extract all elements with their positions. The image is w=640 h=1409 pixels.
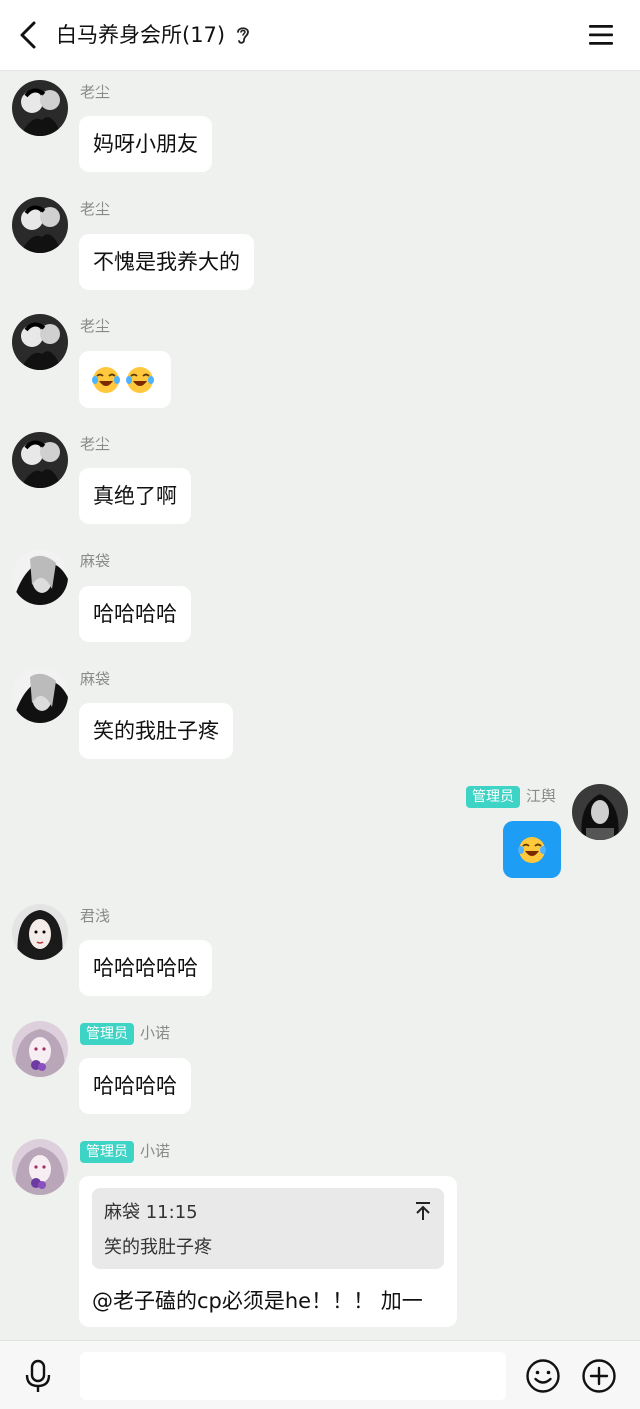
sender-name: 管理员 江舆	[465, 786, 556, 808]
smiley-icon[interactable]	[524, 1357, 562, 1395]
avatar[interactable]	[12, 667, 68, 723]
microphone-icon[interactable]	[20, 1358, 56, 1394]
message-bubble[interactable]: 哈哈哈哈	[79, 586, 191, 642]
message-bubble[interactable]	[79, 351, 171, 408]
hamburger-menu-icon[interactable]	[586, 20, 616, 50]
message-bubble[interactable]: 妈呀小朋友	[79, 116, 212, 172]
chevron-left-icon[interactable]	[14, 18, 44, 52]
sender-name: 君浅	[80, 907, 111, 925]
avatar[interactable]	[572, 784, 628, 840]
sender-name: 管理员 小诺	[80, 1141, 170, 1163]
sender-name-text: 江舆	[525, 787, 556, 805]
sender-name: 老尘	[80, 83, 111, 101]
avatar[interactable]	[12, 80, 68, 136]
avatar[interactable]	[12, 197, 68, 253]
laugh-cry-emoji-icon	[126, 367, 154, 393]
admin-badge: 管理员	[465, 786, 520, 808]
admin-badge: 管理员	[80, 1023, 134, 1045]
plus-circle-icon[interactable]	[580, 1357, 618, 1395]
quoted-author-time: 麻袋 11:15	[104, 1202, 198, 1223]
sender-name: 管理员 小诺	[80, 1023, 170, 1045]
message-bubble-self[interactable]	[503, 821, 561, 878]
sender-name: 老尘	[80, 317, 111, 335]
avatar[interactable]	[12, 904, 68, 960]
sender-name: 老尘	[80, 435, 111, 453]
message-bubble[interactable]: 不愧是我养大的	[79, 234, 254, 290]
message-input[interactable]	[80, 1352, 506, 1400]
avatar[interactable]	[12, 549, 68, 605]
message-bubble[interactable]: 真绝了啊	[79, 468, 191, 524]
avatar[interactable]	[12, 432, 68, 488]
ear-icon[interactable]	[234, 24, 252, 46]
laugh-cry-emoji-icon	[518, 837, 546, 863]
sender-name: 麻袋	[80, 670, 111, 688]
composer-bar	[0, 1340, 640, 1409]
message-text: @老子磕的cp必须是he！！！ 加一	[92, 1289, 423, 1313]
admin-badge: 管理员	[80, 1141, 134, 1163]
avatar[interactable]	[12, 1021, 68, 1077]
message-bubble[interactable]: 笑的我肚子疼	[79, 703, 233, 759]
message-bubble[interactable]: 哈哈哈哈哈	[79, 940, 212, 996]
group-title[interactable]: 白马养身会所(17)	[56, 18, 225, 52]
sender-name-text: 小诺	[140, 1142, 171, 1160]
chat-header: 白马养身会所(17)	[0, 0, 640, 71]
sender-name-text: 小诺	[140, 1024, 171, 1042]
message-bubble[interactable]: 哈哈哈哈	[79, 1058, 191, 1114]
jump-to-top-icon[interactable]	[414, 1200, 432, 1222]
sender-name: 老尘	[80, 200, 111, 218]
sender-name: 麻袋	[80, 552, 111, 570]
quoted-text: 笑的我肚子疼	[104, 1237, 212, 1258]
quoted-message[interactable]: 麻袋 11:15 笑的我肚子疼	[92, 1188, 444, 1269]
avatar[interactable]	[12, 1139, 68, 1195]
avatar[interactable]	[12, 314, 68, 370]
laugh-cry-emoji-icon	[92, 367, 120, 393]
